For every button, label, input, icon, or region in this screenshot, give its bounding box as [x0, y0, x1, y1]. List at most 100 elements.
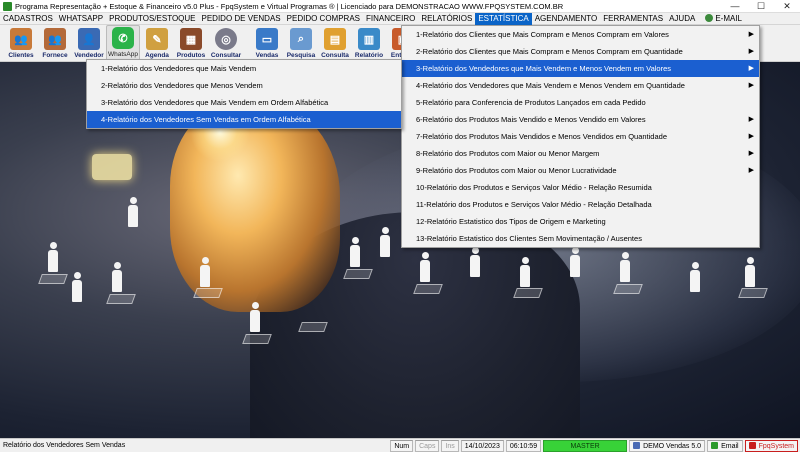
- person-figure: [72, 272, 82, 302]
- menu-pedido-vendas[interactable]: PEDIDO DE VENDAS: [199, 13, 284, 25]
- submenu-item-4[interactable]: 4-Relatório dos Vendedores Sem Vendas em…: [87, 111, 401, 128]
- chevron-right-icon: ▶: [748, 65, 754, 72]
- platform-tile: [106, 294, 136, 304]
- person-figure: [520, 257, 530, 287]
- toolbar-agenda-button[interactable]: ✎ Agenda: [140, 25, 174, 61]
- title-bar: Programa Representação + Estoque & Finan…: [0, 0, 800, 13]
- menu-item-10[interactable]: 10-Relatório dos Produtos e Serviços Val…: [402, 179, 759, 196]
- report-icon: ▥: [358, 28, 380, 50]
- menu-produtos-estoque[interactable]: PRODUTOS/ESTOQUE: [106, 13, 198, 25]
- window-title: Programa Representação + Estoque & Finan…: [15, 1, 564, 11]
- platform-tile: [343, 269, 373, 279]
- company-name: DEMO Vendas 5.0: [629, 439, 706, 452]
- person-figure: [250, 302, 260, 332]
- estatistica-menu: 1-Relatório dos Clientes que Mais Compra…: [401, 25, 760, 248]
- toolbar-label: Fornece: [42, 52, 68, 59]
- seller-icon: 👤: [78, 28, 100, 50]
- chevron-right-icon: ▶: [748, 133, 754, 140]
- consult-icon: ◎: [215, 28, 237, 50]
- person-figure: [128, 197, 138, 227]
- email-status[interactable]: Email: [707, 439, 743, 452]
- num-lock-indicator: Num: [390, 439, 414, 452]
- menu-item-4[interactable]: 4-Relatório dos Vendedores que Mais Vend…: [402, 77, 759, 94]
- toolbar-label: Relatório: [354, 52, 384, 59]
- close-button[interactable]: ✕: [774, 0, 800, 13]
- toolbar-label: Consulta: [321, 52, 349, 59]
- menu-item-3[interactable]: 3-Relatório dos Vendedores que Mais Vend…: [402, 60, 759, 77]
- status-bar: Relatório dos Vendedores Sem Vendas Num …: [0, 438, 800, 452]
- company-icon: [633, 441, 641, 449]
- brand-label: FpqSystem: [744, 439, 798, 452]
- menu-item-5[interactable]: 5-Relatório para Conferencia de Produtos…: [402, 94, 759, 111]
- menu-pedido-compras[interactable]: PEDIDO COMPRAS: [284, 13, 363, 25]
- supplier-icon: 👥: [44, 28, 66, 50]
- menu-item-13[interactable]: 13-Relatório Estatistico dos Clientes Se…: [402, 230, 759, 247]
- toolbar-label: Clientes: [8, 52, 34, 59]
- menu-item-9[interactable]: 9-Relatório dos Produtos com Maior ou Me…: [402, 162, 759, 179]
- insert-indicator: Ins: [441, 439, 459, 452]
- toolbar-produtos-button[interactable]: ▦ Produtos: [174, 25, 208, 61]
- menu-email-label: E-MAIL: [715, 13, 742, 23]
- clients-icon: 👥: [10, 28, 32, 50]
- platform-tile: [193, 288, 223, 298]
- platform-tile: [38, 274, 68, 284]
- menu-item-2[interactable]: 2-Relatório dos Clientes que Mais Compra…: [402, 43, 759, 60]
- menu-whatsapp[interactable]: WHATSAPP: [56, 13, 106, 25]
- toolbar-label: Pesquisa: [286, 52, 316, 59]
- person-figure: [620, 252, 630, 282]
- chevron-right-icon: ▶: [748, 82, 754, 89]
- toolbar-label: WhatsApp: [108, 51, 138, 58]
- toolbar-label: Vendas: [255, 52, 279, 59]
- person-figure: [420, 252, 430, 282]
- menu-item-7[interactable]: 7-Relatório dos Produtos Mais Vendidos e…: [402, 128, 759, 145]
- minimize-button[interactable]: —: [722, 0, 748, 13]
- person-figure: [745, 257, 755, 287]
- menu-bar: CADASTROS WHATSAPP PRODUTOS/ESTOQUE PEDI…: [0, 12, 800, 25]
- menu-relatorios[interactable]: RELATÓRIOS: [418, 13, 475, 25]
- person-figure: [112, 262, 122, 292]
- status-message: Relatório dos Vendedores Sem Vendas: [3, 441, 126, 449]
- toolbar-fornece-button[interactable]: 👥 Fornece: [38, 25, 72, 61]
- menu-item-6[interactable]: 6-Relatório dos Produtos Mais Vendido e …: [402, 111, 759, 128]
- app-icon: [3, 1, 12, 11]
- toolbar-label: Consultar: [210, 52, 242, 59]
- person-figure: [690, 262, 700, 292]
- submenu-item-2[interactable]: 2-Relatório dos Vendedores que Menos Ven…: [87, 77, 401, 94]
- search-icon: ⌕: [290, 28, 312, 50]
- menu-item-12[interactable]: 12-Relatório Estatistico dos Tipos de Or…: [402, 213, 759, 230]
- platform-tile: [613, 284, 643, 294]
- toolbar-consulta-button[interactable]: ▤ Consulta: [318, 25, 352, 61]
- caps-lock-indicator: Caps: [415, 439, 440, 452]
- menu-financeiro[interactable]: FINANCEIRO: [363, 13, 418, 25]
- platform-tile: [298, 322, 328, 332]
- menu-item-11[interactable]: 11-Relatório dos Produtos e Serviços Val…: [402, 196, 759, 213]
- menu-agendamento[interactable]: AGENDAMENTO: [532, 13, 601, 25]
- menu-item-8[interactable]: 8-Relatório dos Produtos com Maior ou Me…: [402, 145, 759, 162]
- menu-email[interactable]: E-MAIL: [698, 13, 745, 25]
- menu-ajuda[interactable]: AJUDA: [666, 13, 698, 25]
- status-date: 14/10/2023: [460, 439, 504, 452]
- toolbar-pesquisa-button[interactable]: ⌕ Pesquisa: [284, 25, 318, 61]
- menu-estatistica[interactable]: ESTATÍSTICA: [475, 12, 532, 25]
- menu-cadastros[interactable]: CADASTROS: [0, 13, 56, 25]
- submenu-item-3[interactable]: 3-Relatório dos Vendedores que Mais Vend…: [87, 94, 401, 111]
- toolbar-relatorio-button[interactable]: ▥ Relatório: [352, 25, 386, 61]
- toolbar-vendedor-button[interactable]: 👤 Vendedor: [72, 25, 106, 61]
- person-figure: [570, 247, 580, 277]
- toolbar-clientes-button[interactable]: 👥 Clientes: [4, 25, 38, 61]
- toolbar-vendas-button[interactable]: ▭ Vendas: [250, 25, 284, 61]
- agenda-icon: ✎: [146, 28, 168, 50]
- person-figure: [470, 247, 480, 277]
- toolbar-label: Produtos: [176, 52, 206, 59]
- chevron-right-icon: ▶: [748, 48, 754, 55]
- platform-tile: [513, 288, 543, 298]
- menu-item-1[interactable]: 1-Relatório dos Clientes que Mais Compra…: [402, 26, 759, 43]
- maximize-button[interactable]: ☐: [748, 0, 774, 13]
- menu-ferramentas[interactable]: FERRAMENTAS: [600, 13, 666, 25]
- toolbar-consultar-button[interactable]: ◎ Consultar: [208, 25, 244, 61]
- submenu-item-1[interactable]: 1-Relatório dos Vendedores que Mais Vend…: [87, 60, 401, 77]
- platform-tile: [738, 288, 768, 298]
- person-figure: [350, 237, 360, 267]
- chevron-right-icon: ▶: [748, 31, 754, 38]
- toolbar-whatsapp-button[interactable]: ✆ WhatsApp: [106, 25, 140, 61]
